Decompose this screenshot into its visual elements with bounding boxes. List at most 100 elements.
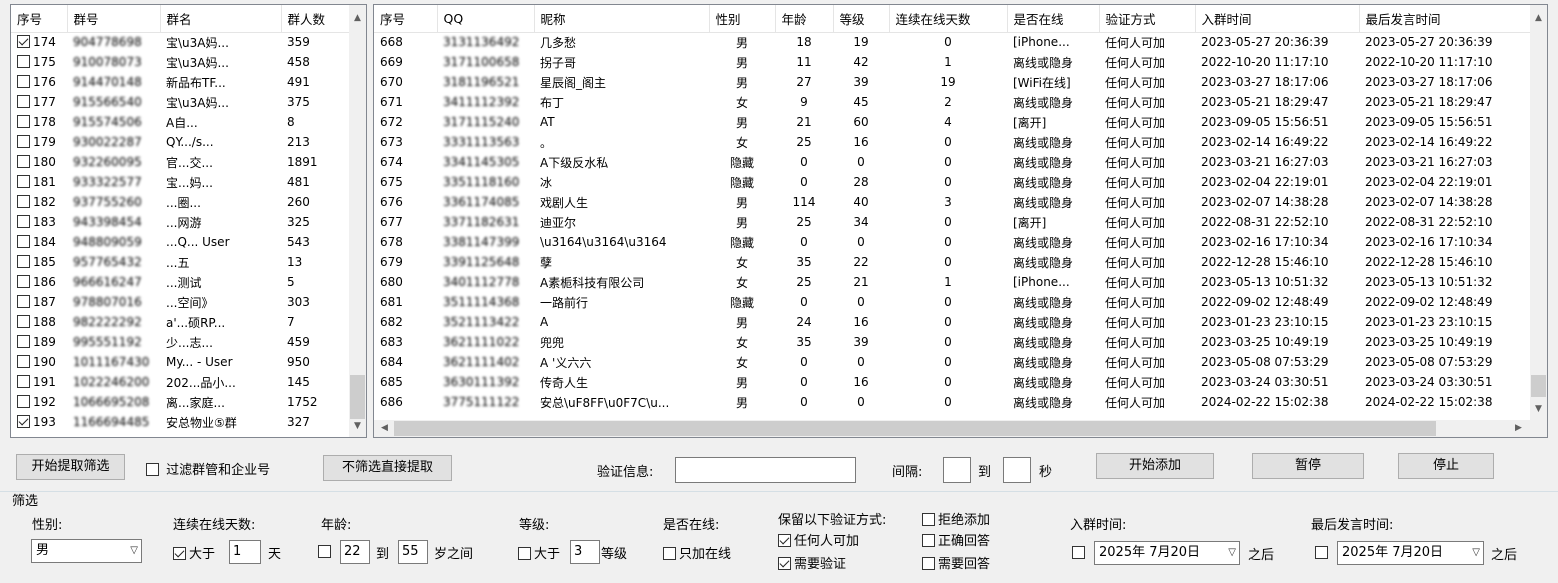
group-row-checkbox[interactable] [17, 315, 30, 328]
age-from-input[interactable]: 22 [340, 540, 370, 564]
verify-info-input[interactable] [675, 457, 856, 483]
member-list-panel[interactable]: 序号 QQ 昵称 性别 年龄 等级 连续在线天数 是否在线 验证方式 入群时间 … [373, 4, 1548, 438]
member-row[interactable]: 678 3381147399 \u3164\u3164\u3164 隐藏 0 0 0 离线或隐… [374, 232, 1532, 252]
need-answer-checkbox-box[interactable] [922, 557, 935, 570]
verify-anyone-checkbox[interactable]: 任何人可加 [778, 530, 859, 549]
member-row[interactable]: 683 3621111022 兜兜 女 35 39 0 离线或隐身 任何人可加 2023-03-2… [374, 332, 1532, 352]
group-row[interactable]: 191 1022246200 202...品小... 145 [11, 372, 351, 392]
scroll-up-arrow-icon[interactable]: ▲ [349, 10, 366, 27]
member-row[interactable]: 681 3511114368 一路前行 隐藏 0 0 0 离线或隐身 任何人可加 2022-09-… [374, 292, 1532, 312]
correct-answer-checkbox-box[interactable] [922, 534, 935, 547]
member-row[interactable]: 675 3351118160 冰 隐藏 0 28 0 离线或隐身 任何人可加 2023-02-04… [374, 172, 1532, 192]
start-add-button[interactable]: 开始添加 [1096, 453, 1214, 479]
member-row[interactable]: 674 3341145305 A下级反水私 隐藏 0 0 0 离线或隐身 任何人可加 2023-0… [374, 152, 1532, 172]
need-answer-checkbox[interactable]: 需要回答 [922, 553, 990, 572]
hscroll-thumb[interactable] [394, 421, 1436, 436]
group-row[interactable]: 174 904778698 宝\u3A妈... 359 [11, 32, 351, 52]
age-to-input[interactable]: 55 [398, 540, 428, 564]
col-header-group-id[interactable]: 群号 [67, 5, 161, 33]
scroll-left-arrow-icon[interactable]: ◀ [376, 420, 393, 437]
group-row-checkbox[interactable] [17, 375, 30, 388]
group-row[interactable]: 192 1066695208 离...家庭... 1752 [11, 392, 351, 412]
group-row[interactable]: 181 933322577 宝...妈... 481 [11, 172, 351, 192]
verify-anyone-checkbox-box[interactable] [778, 534, 791, 547]
col-header-nickname[interactable]: 昵称 [534, 5, 710, 33]
group-row-checkbox[interactable] [17, 95, 30, 108]
group-table-vscroll[interactable]: ▲ ▼ [349, 5, 366, 437]
last-speak-date-picker[interactable]: 2025年 7月20日 ▽ [1337, 541, 1484, 565]
last-speak-checkbox[interactable] [1315, 546, 1328, 559]
group-row-checkbox[interactable] [17, 255, 30, 268]
group-row-checkbox[interactable] [17, 275, 30, 288]
level-checkbox[interactable]: 大于 [518, 543, 560, 562]
col-header-online[interactable]: 是否在线 [1007, 5, 1100, 33]
filter-admin-checkbox[interactable]: 过滤群管和企业号 [146, 459, 270, 478]
col-header-gender[interactable]: 性别 [709, 5, 776, 33]
group-row[interactable]: 175 910078073 宝\u3A妈... 458 [11, 52, 351, 72]
scroll-down-arrow-icon[interactable]: ▼ [349, 418, 366, 435]
member-row[interactable]: 686 3775111122 安总\uF8FF\u0F7C\u... 男 0 0 0 离线或隐… [374, 392, 1532, 412]
col-header-no[interactable]: 序号 [374, 5, 438, 33]
col-header-member-count[interactable]: 群人数 [281, 5, 352, 33]
online-days-checkbox-box[interactable] [173, 547, 186, 560]
verify-need-checkbox-box[interactable] [778, 557, 791, 570]
reject-checkbox[interactable]: 拒绝添加 [922, 509, 990, 528]
online-only-checkbox[interactable]: 只加在线 [663, 543, 731, 562]
level-input[interactable]: 3 [570, 540, 600, 564]
group-row-checkbox[interactable] [17, 155, 30, 168]
group-row-checkbox[interactable] [17, 55, 30, 68]
interval-from-input[interactable] [943, 457, 971, 483]
start-filter-button[interactable]: 开始提取筛选 [16, 454, 125, 480]
scroll-thumb[interactable] [1531, 375, 1546, 397]
member-row[interactable]: 677 3371182631 迪亚尔 男 25 34 0 [离开] 任何人可加 2022-08-3… [374, 212, 1532, 232]
member-row[interactable]: 685 3630111392 传奇人生 男 0 16 0 离线或隐身 任何人可加 2023-03-… [374, 372, 1532, 392]
col-header-group-name[interactable]: 群名 [160, 5, 282, 33]
group-row[interactable]: 177 915566540 宝\u3A妈... 375 [11, 92, 351, 112]
interval-to-input[interactable] [1003, 457, 1031, 483]
group-row[interactable]: 176 914470148 新品布TF... 491 [11, 72, 351, 92]
group-row[interactable]: 193 1166694485 安总物业⑤群 327 [11, 412, 351, 432]
member-row[interactable]: 669 3171100658 拐子哥 男 11 42 1 离线或隐身 任何人可加 2022-10-… [374, 52, 1532, 72]
group-row[interactable]: 189 995551192 少...志... 459 [11, 332, 351, 352]
group-row-checkbox[interactable] [17, 175, 30, 188]
member-row[interactable]: 670 3181196521 星辰阁_阁主 男 27 39 19 [WiFi在线] 任何人可加 2… [374, 72, 1532, 92]
scroll-right-arrow-icon[interactable]: ▶ [1510, 420, 1527, 437]
no-filter-extract-button[interactable]: 不筛选直接提取 [323, 455, 452, 481]
group-row[interactable]: 187 978807016 ...空间》 303 [11, 292, 351, 312]
group-row[interactable]: 182 937755260 ...圈... 260 [11, 192, 351, 212]
col-header-level[interactable]: 等级 [833, 5, 890, 33]
join-date-picker[interactable]: 2025年 7月20日 ▽ [1094, 541, 1240, 565]
online-days-checkbox[interactable]: 大于 [173, 543, 215, 562]
group-row[interactable]: 180 932260095 官...交... 1891 [11, 152, 351, 172]
age-checkbox[interactable] [318, 545, 331, 558]
stop-button[interactable]: 停止 [1398, 453, 1494, 479]
group-row-checkbox[interactable] [17, 295, 30, 308]
group-row-checkbox[interactable] [17, 415, 30, 428]
scroll-thumb[interactable] [350, 375, 365, 419]
member-row[interactable]: 672 3171115240 AT 男 21 60 4 [离开] 任何人可加 2023-09-05… [374, 112, 1532, 132]
member-table-hscroll[interactable]: ◀ ▶ [374, 420, 1547, 437]
group-row[interactable]: 185 957765432 ...五 13 [11, 252, 351, 272]
scroll-down-arrow-icon[interactable]: ▼ [1530, 401, 1547, 418]
correct-answer-checkbox[interactable]: 正确回答 [922, 530, 990, 549]
group-row[interactable]: 178 915574506 A自... 8 [11, 112, 351, 132]
group-row[interactable]: 186 966616247 ...测试 5 [11, 272, 351, 292]
filter-admin-checkbox-box[interactable] [146, 463, 159, 476]
group-list-panel[interactable]: 序号 群号 群名 群人数 174 904778698 宝\u3A妈... 359 175… [10, 4, 367, 438]
gender-select[interactable]: 男 ▽ [31, 539, 142, 563]
group-row-checkbox[interactable] [17, 335, 30, 348]
group-row[interactable]: 188 982222292 a'...硕RP... 7 [11, 312, 351, 332]
group-row[interactable]: 183 943398454 ...网游 325 [11, 212, 351, 232]
chevron-down-icon[interactable]: ▽ [1472, 542, 1480, 564]
col-header-online-days[interactable]: 连续在线天数 [889, 5, 1008, 33]
col-header-qq[interactable]: QQ [437, 5, 535, 33]
member-row[interactable]: 679 3391125648 孽 女 35 22 0 离线或隐身 任何人可加 2022-12-28… [374, 252, 1532, 272]
group-row-checkbox[interactable] [17, 355, 30, 368]
group-row-checkbox[interactable] [17, 35, 30, 49]
join-time-checkbox[interactable] [1072, 546, 1085, 559]
online-only-checkbox-box[interactable] [663, 547, 676, 560]
chevron-down-icon[interactable]: ▽ [1228, 542, 1236, 564]
chevron-down-icon[interactable]: ▽ [130, 540, 138, 562]
group-row-checkbox[interactable] [17, 215, 30, 228]
group-row-checkbox[interactable] [17, 195, 30, 208]
